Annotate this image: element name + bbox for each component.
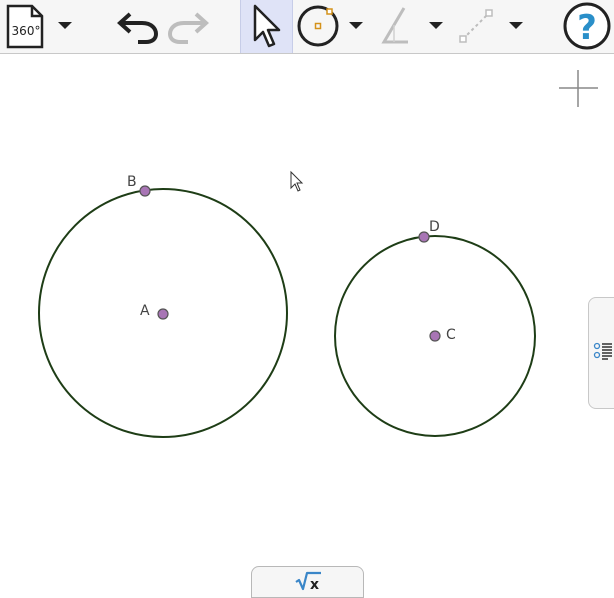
algebra-view-toggle[interactable] (588, 297, 614, 409)
help-button[interactable]: ? (562, 0, 612, 53)
graphics-canvas[interactable]: A B C D (0, 54, 614, 592)
input-keyboard-toggle[interactable]: x (251, 566, 364, 598)
point-C[interactable] (429, 330, 441, 342)
circle-center-point-icon (297, 5, 339, 47)
help-icon: ? (563, 2, 611, 50)
angle-icon (381, 7, 408, 44)
undo-button[interactable] (114, 0, 160, 53)
circle-tool-dropdown-caret[interactable] (349, 22, 363, 29)
mouse-cursor-icon (290, 170, 304, 192)
app-menu-button[interactable]: 360° (4, 0, 52, 53)
arrow-cursor-icon (253, 4, 281, 48)
segment-tool-dropdown-caret[interactable] (509, 22, 523, 29)
plus-crosshair-icon[interactable] (559, 70, 598, 107)
document-360-icon: 360° (6, 4, 44, 49)
app-menu-label: 360° (12, 24, 41, 38)
circle-tool-button[interactable] (294, 0, 342, 53)
point-D[interactable] (418, 231, 430, 243)
angle-tool-button[interactable] (376, 0, 416, 53)
label-D[interactable]: D (429, 219, 440, 235)
label-A[interactable]: A (140, 303, 150, 319)
label-B[interactable]: B (127, 174, 137, 190)
main-toolbar: 360° ? (0, 0, 614, 54)
sqrt-x-icon: x (295, 571, 321, 592)
label-C[interactable]: C (446, 327, 456, 343)
redo-button[interactable] (166, 0, 212, 53)
segment-tool-button[interactable] (456, 0, 496, 53)
point-A[interactable] (157, 308, 169, 320)
point-B[interactable] (139, 185, 151, 197)
dashed-segment-icon (459, 9, 493, 43)
sqrt-x-label: x (310, 577, 319, 592)
undo-icon (117, 12, 159, 44)
geometry-drawing[interactable]: A B C D (0, 54, 614, 592)
app-menu-dropdown-caret[interactable] (58, 22, 72, 29)
move-tool-button[interactable] (240, 0, 293, 53)
angle-tool-dropdown-caret[interactable] (429, 22, 443, 29)
redo-icon (167, 12, 209, 44)
algebra-list-icon (593, 342, 612, 360)
help-label: ? (577, 8, 597, 48)
